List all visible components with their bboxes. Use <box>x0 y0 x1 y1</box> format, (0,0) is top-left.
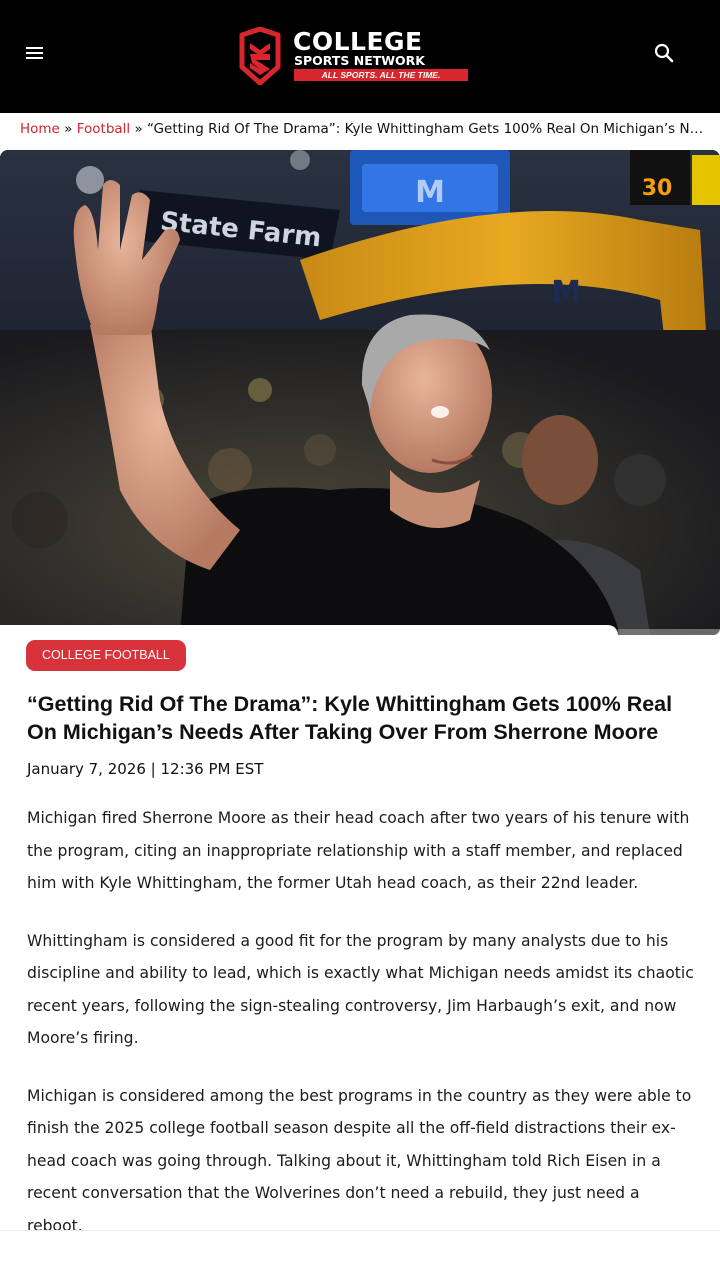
card-shadow <box>618 629 720 635</box>
search-icon[interactable] <box>652 41 676 65</box>
breadcrumb: Home » Football » “Getting Rid Of The Dr… <box>20 118 710 142</box>
article-paragraph: Michigan is considered among the best pr… <box>27 1086 692 1235</box>
breadcrumb-football-link[interactable]: Football <box>77 121 130 137</box>
logo-tagline: ALL SPORTS. ALL THE TIME. <box>294 69 468 81</box>
breadcrumb-current: “Getting Rid Of The Drama”: Kyle Whittin… <box>147 121 710 137</box>
scoreboard-logo: M <box>415 175 445 210</box>
breadcrumb-separator: » <box>64 121 73 137</box>
logo-subtitle: SPORTS NETWORK <box>294 53 425 68</box>
site-header: COLLEGE SPORTS NETWORK ALL SPORTS. ALL T… <box>0 0 720 113</box>
article-paragraph: Michigan fired Sherrone Moore as their h… <box>27 809 690 892</box>
arch-logo: M <box>551 275 581 310</box>
scoreboard-number: 30 <box>642 176 673 201</box>
logo-shield-icon <box>239 27 281 85</box>
hero-photo: M 30 State Farm M <box>0 150 720 635</box>
category-badge[interactable]: College Football <box>26 640 186 671</box>
hamburger-menu-icon[interactable] <box>22 42 48 64</box>
article-title: “Getting Rid Of The Drama”: Kyle Whittin… <box>27 692 673 744</box>
article-date: January 7, 2026 | 12:36 PM EST <box>27 760 264 778</box>
site-logo[interactable]: COLLEGE SPORTS NETWORK ALL SPORTS. ALL T… <box>236 27 472 87</box>
article-body: Michigan fired Sherrone Moore as their h… <box>27 802 697 1267</box>
bottom-overlay <box>0 1230 720 1280</box>
breadcrumb-separator: » <box>134 121 143 137</box>
hero-image: M 30 State Farm M <box>0 150 720 635</box>
breadcrumb-home-link[interactable]: Home <box>20 121 60 137</box>
article-paragraph: Whittingham is considered a good fit for… <box>27 931 694 1048</box>
